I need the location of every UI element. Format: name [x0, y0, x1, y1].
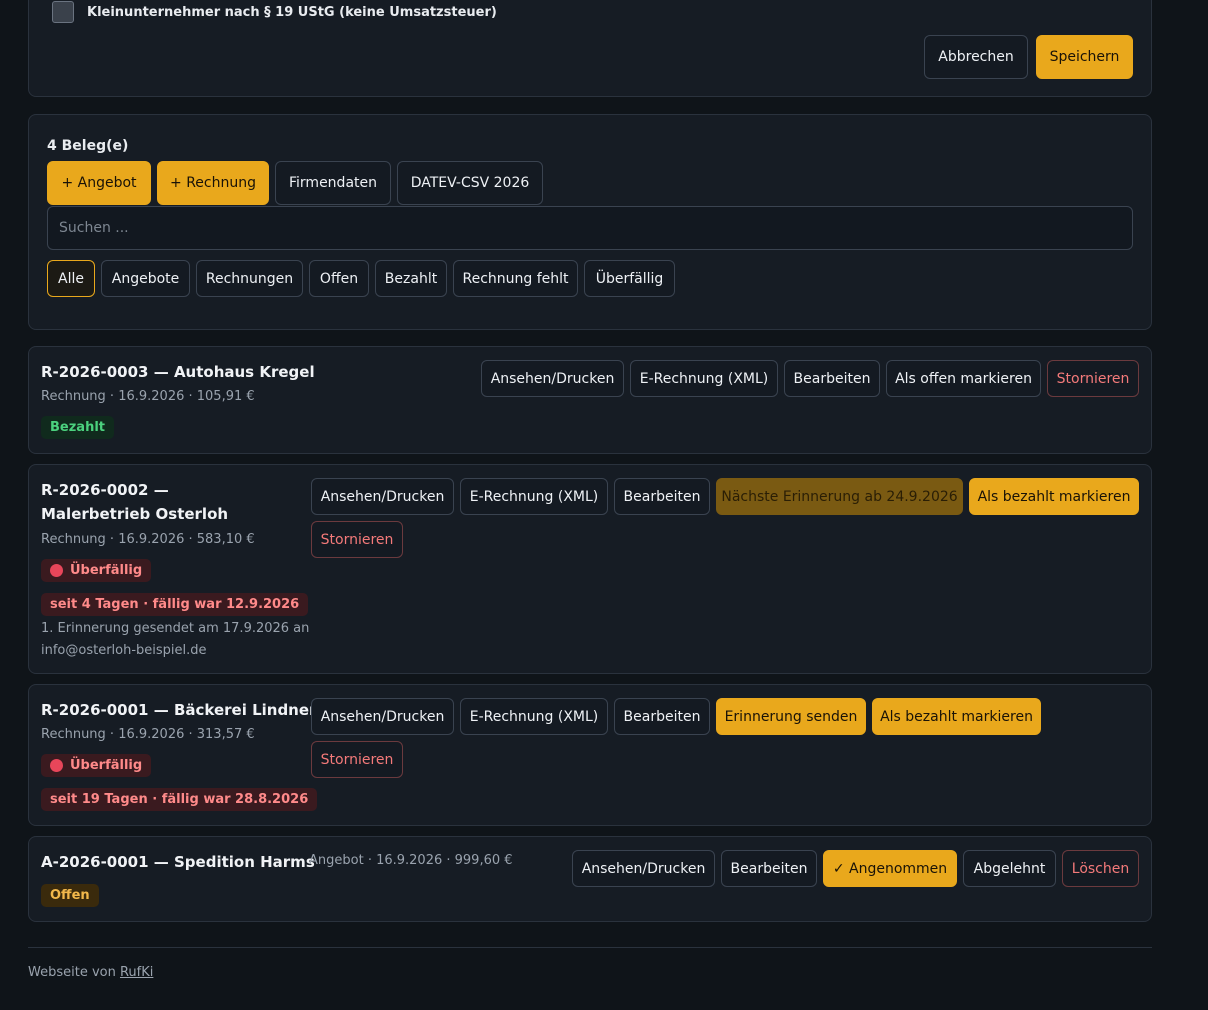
e-invoice-xml-button[interactable]: E-Rechnung (XML) [630, 360, 778, 397]
filter-all[interactable]: Alle [47, 260, 95, 297]
document-title-line2: Malerbetrieb Osterloh [41, 505, 229, 523]
view-print-button[interactable]: Ansehen/Drucken [311, 478, 454, 515]
document-meta: Rechnung · 16.9.2026 · 583,10 € [41, 532, 255, 547]
status-badge: Bezahlt [41, 416, 114, 439]
send-reminder-button[interactable]: Erinnerung senden [716, 698, 866, 735]
cancel-button[interactable]: Abbrechen [924, 35, 1028, 79]
settings-panel: Kleinunternehmer nach § 19 UStG (keine U… [28, 0, 1152, 97]
mark-paid-button[interactable]: Als bezahlt markieren [969, 478, 1139, 515]
datev-export-button[interactable]: DATEV-CSV 2026 [397, 161, 543, 205]
overdue-info: seit 19 Tagen · fällig war 28.8.2026 [41, 788, 318, 811]
view-print-button[interactable]: Ansehen/Drucken [481, 360, 624, 397]
company-data-button[interactable]: Firmendaten [275, 161, 391, 205]
delete-button[interactable]: Löschen [1062, 850, 1139, 887]
filter-missing-invoice[interactable]: Rechnung fehlt [453, 260, 578, 297]
reminder-note-line1: 1. Erinnerung gesendet am 17.9.2026 an [41, 621, 310, 636]
document-title: A-2026-0001 — Spedition Harms [41, 853, 315, 871]
document-meta: Rechnung · 16.9.2026 · 313,57 € [41, 727, 255, 742]
footer-prefix: Webseite von [28, 965, 120, 980]
save-button[interactable]: Speichern [1036, 35, 1133, 79]
mark-paid-button[interactable]: Als bezahlt markieren [872, 698, 1041, 735]
status-badge-label: Überfällig [70, 563, 143, 578]
status-badge: Offen [41, 884, 99, 907]
overdue-info: seit 4 Tagen · fällig war 12.9.2026 [41, 593, 309, 616]
documents-toolbar: 4 Beleg(e) + Angebot + Rechnung Firmenda… [28, 114, 1152, 330]
cancel-invoice-button[interactable]: Stornieren [1047, 360, 1139, 397]
reminder-note-line2: info@osterloh-beispiel.de [41, 643, 207, 658]
view-print-button[interactable]: Ansehen/Drucken [572, 850, 715, 887]
document-card-r-2026-0002: R-2026-0002 — Malerbetrieb Osterloh Rech… [28, 464, 1152, 674]
document-meta: Angebot · 16.9.2026 · 999,60 € [309, 853, 513, 868]
new-invoice-button[interactable]: + Rechnung [157, 161, 269, 205]
accepted-button[interactable]: ✓ Angenommen [823, 850, 957, 887]
cancel-invoice-button[interactable]: Stornieren [311, 741, 403, 778]
mark-open-button[interactable]: Als offen markieren [886, 360, 1041, 397]
view-print-button[interactable]: Ansehen/Drucken [311, 698, 454, 735]
document-meta: Rechnung · 16.9.2026 · 105,91 € [41, 389, 255, 404]
search-input[interactable] [47, 206, 1133, 250]
kleinunternehmer-label: Kleinunternehmer nach § 19 UStG (keine U… [87, 5, 497, 20]
kleinunternehmer-checkbox[interactable] [52, 1, 74, 23]
status-badge: Überfällig [41, 559, 152, 582]
document-count: 4 Beleg(e) [47, 138, 129, 154]
filter-offers[interactable]: Angebote [101, 260, 190, 297]
next-reminder-button[interactable]: Nächste Erinnerung ab 24.9.2026 [716, 478, 963, 515]
footer-link-rufki[interactable]: RufKi [120, 965, 153, 980]
edit-button[interactable]: Bearbeiten [721, 850, 817, 887]
new-offer-button[interactable]: + Angebot [47, 161, 151, 205]
footer-divider [28, 947, 1152, 948]
overdue-dot-icon [50, 564, 63, 577]
document-title-line1: R-2026-0002 — [41, 481, 169, 499]
footer: Webseite von RufKi [28, 965, 153, 980]
filter-open[interactable]: Offen [309, 260, 369, 297]
document-card-r-2026-0001: R-2026-0001 — Bäckerei Lindner Rechnung … [28, 684, 1152, 826]
cancel-invoice-button[interactable]: Stornieren [311, 521, 403, 558]
document-title: R-2026-0003 — Autohaus Kregel [41, 363, 315, 381]
filter-overdue[interactable]: Überfällig [584, 260, 675, 297]
e-invoice-xml-button[interactable]: E-Rechnung (XML) [460, 698, 608, 735]
edit-button[interactable]: Bearbeiten [614, 478, 710, 515]
overdue-dot-icon [50, 759, 63, 772]
document-title: R-2026-0001 — Bäckerei Lindner [41, 701, 317, 719]
document-card-r-2026-0003: R-2026-0003 — Autohaus Kregel Rechnung ·… [28, 346, 1152, 454]
edit-button[interactable]: Bearbeiten [614, 698, 710, 735]
e-invoice-xml-button[interactable]: E-Rechnung (XML) [460, 478, 608, 515]
document-card-a-2026-0001: A-2026-0001 — Spedition Harms Angebot · … [28, 836, 1152, 922]
status-badge: Überfällig [41, 754, 152, 777]
rejected-button[interactable]: Abgelehnt [963, 850, 1056, 887]
status-badge-label: Überfällig [70, 758, 143, 773]
filter-paid[interactable]: Bezahlt [375, 260, 447, 297]
edit-button[interactable]: Bearbeiten [784, 360, 880, 397]
filter-invoices[interactable]: Rechnungen [196, 260, 303, 297]
